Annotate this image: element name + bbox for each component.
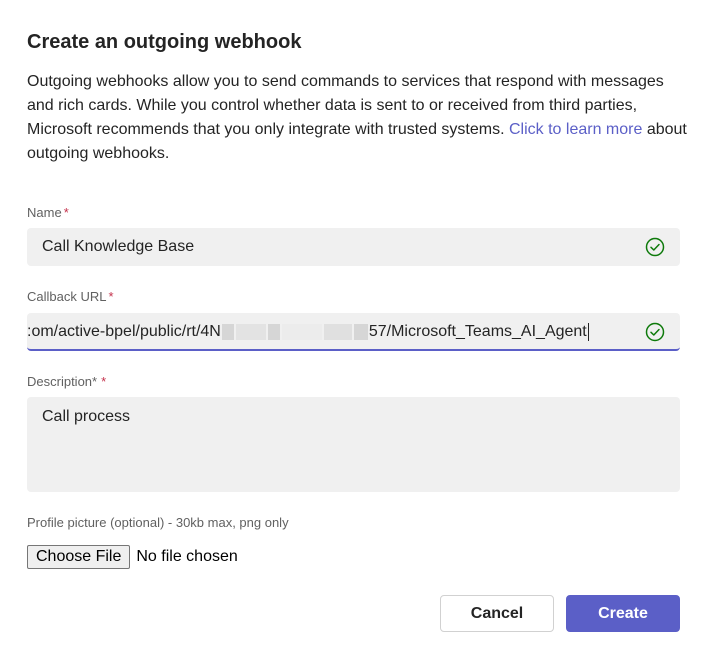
profile-picture-label: Profile picture (optional) - 30kb max, p…: [27, 515, 289, 530]
required-mark: *: [101, 374, 107, 389]
description-label-text: Description*: [27, 374, 98, 389]
name-label-text: Name: [27, 205, 62, 220]
text-caret: [587, 322, 589, 341]
description-value: Call process: [42, 408, 131, 425]
description-textarea[interactable]: Call process: [27, 397, 680, 492]
redacted-segment: [221, 323, 234, 340]
callback-url-value-start: :om/active-bpel/public/rt/4N: [27, 323, 221, 340]
check-circle-icon: [645, 322, 665, 342]
create-button[interactable]: Create: [566, 595, 680, 632]
file-picker: Choose File No file chosen: [27, 545, 238, 569]
redacted-segment: [235, 323, 266, 340]
intro-text: Outgoing webhooks allow you to send comm…: [27, 70, 687, 166]
description-label: Description* *: [27, 374, 106, 389]
redacted-segment: [353, 323, 368, 340]
name-input[interactable]: Call Knowledge Base: [27, 228, 680, 266]
callback-url-value-end: 57/Microsoft_Teams_AI_Agent: [368, 323, 587, 340]
required-mark: *: [108, 289, 114, 304]
file-status: No file chosen: [136, 548, 238, 565]
check-circle-icon: [645, 237, 665, 257]
learn-more-link[interactable]: Click to learn more: [509, 121, 642, 138]
callback-url-label-text: Callback URL: [27, 289, 107, 304]
name-input-value: Call Knowledge Base: [42, 238, 195, 255]
create-webhook-dialog: Create an outgoing webhook Outgoing webh…: [0, 0, 705, 657]
callback-url-label: Callback URL *: [27, 289, 114, 304]
cancel-button[interactable]: Cancel: [440, 595, 554, 632]
redacted-segment: [267, 323, 280, 340]
choose-file-button[interactable]: Choose File: [27, 545, 131, 569]
callback-url-input[interactable]: :om/active-bpel/public/rt/4N 57/Microsoft…: [27, 313, 680, 351]
redacted-segment: [281, 323, 322, 340]
redacted-segment: [323, 323, 352, 340]
dialog-title: Create an outgoing webhook: [27, 31, 302, 53]
required-mark: *: [63, 205, 69, 220]
name-label: Name *: [27, 205, 69, 220]
